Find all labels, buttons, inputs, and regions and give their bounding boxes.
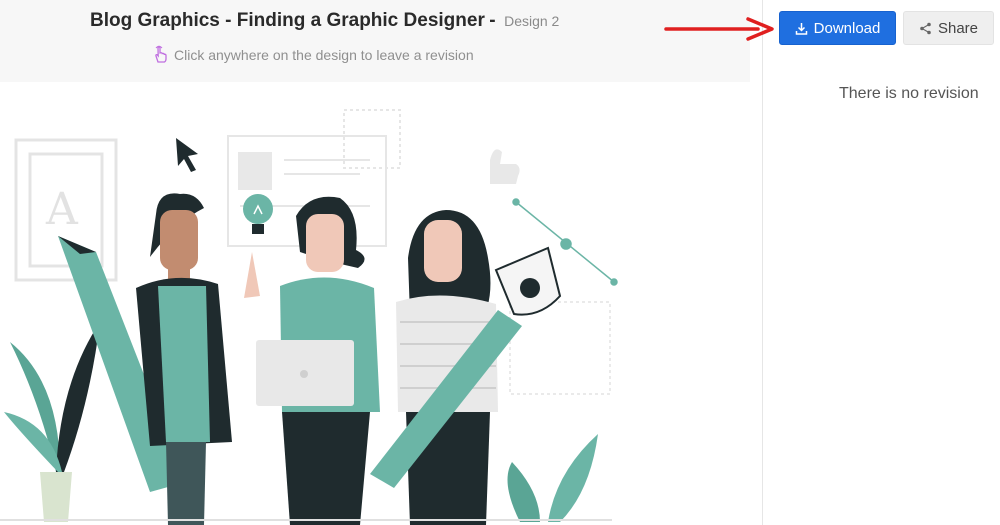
share-label: Share (937, 19, 979, 37)
share-button[interactable]: Share (903, 11, 994, 45)
download-button[interactable]: Download (779, 11, 896, 45)
no-revision-message: There is no revision (839, 85, 979, 102)
download-label: Download (813, 19, 881, 37)
design-version-label: Design 2 (504, 13, 560, 29)
design-header: Blog Graphics - Finding a Graphic Design… (0, 0, 750, 82)
design-illustration: A (0, 109, 618, 525)
annotation-arrow-icon (664, 17, 774, 41)
revision-hint: Click anywhere on the design to leave a … (152, 45, 474, 64)
plant-right-icon (507, 434, 598, 522)
hand-pointer-icon (155, 45, 167, 63)
plant-left-icon (4, 322, 100, 522)
download-icon (795, 22, 807, 35)
title-separator: - (489, 10, 496, 31)
thumbs-up-icon (482, 149, 520, 184)
design-title: Blog Graphics - Finding a Graphic Design… (90, 10, 559, 32)
share-icon (920, 22, 931, 34)
design-canvas[interactable]: A (0, 82, 750, 525)
revision-hint-text: Click anywhere on the design to leave a … (174, 46, 474, 63)
project-title: Blog Graphics - Finding a Graphic Design… (90, 10, 485, 31)
cursor-arrow-icon (176, 138, 198, 172)
panel-divider (762, 0, 763, 525)
letter-tile-text: A (45, 184, 79, 235)
lightbulb-icon (243, 194, 273, 234)
